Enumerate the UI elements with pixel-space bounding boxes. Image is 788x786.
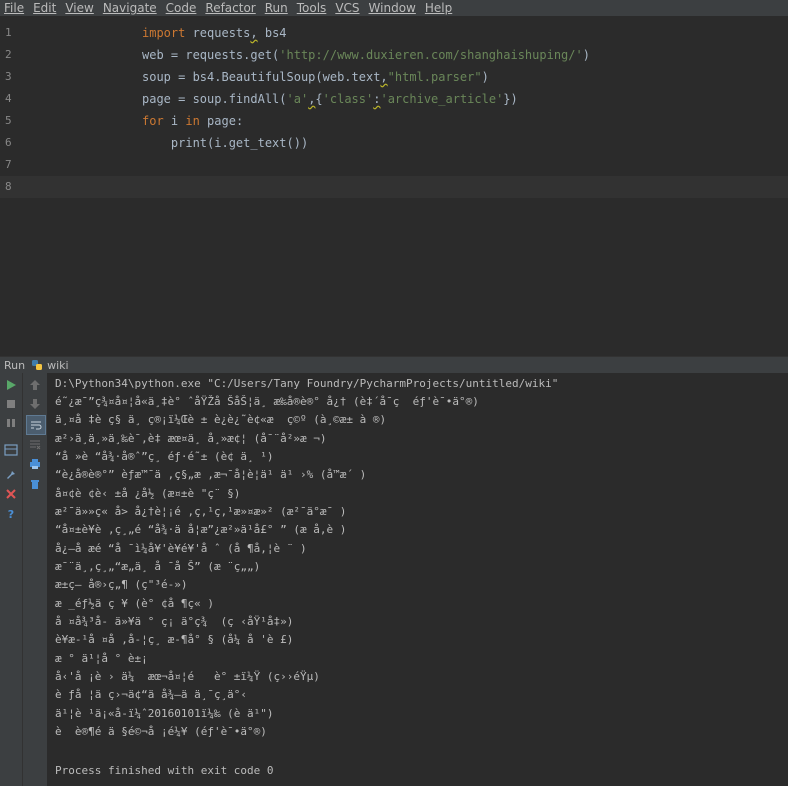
menu-help[interactable]: Help — [420, 0, 456, 16]
menu-view[interactable]: View — [60, 0, 97, 16]
console-line: æ²›ä¸ä¸»ä¸‰è¯‚è‡ æœ¤ä¸ å¸»æ¢¦ (å¯¨å²»æ ¬… — [55, 432, 327, 445]
menu-tools[interactable]: Tools — [292, 0, 331, 16]
console-line: å¿–å æé “å ¯ì¼å¥'è¥é¥'å ˆ (å ¶å‚¦è ¨ ) — [55, 542, 307, 555]
console-line: ä¸¤å ‡è ç§ ä¸ ç®¡ï¼Œè ± è¿è¿˜è¢«æ ç©º (à… — [55, 413, 387, 426]
rerun-button[interactable] — [2, 376, 20, 394]
pin-tab-button[interactable] — [2, 466, 20, 484]
scroll-down-button[interactable] — [26, 395, 44, 413]
menu-run[interactable]: Run — [260, 0, 292, 16]
console-line: æ _éƒ½ä ç ¥ (è° ¢å ¶ç« ) — [55, 597, 214, 610]
console-line: æ¯¨ä¸‚ç¸„“æ„ä¸ å ¯å Š” (æ ¨ç„„) — [55, 560, 261, 573]
code-line-2: web = requests.get('http://www.duxieren.… — [142, 48, 590, 62]
run-title[interactable]: Run — [4, 359, 25, 372]
editor-line: 3 soup = bs4.BeautifulSoup(web.text,"htm… — [0, 66, 788, 88]
editor-line: 2 web = requests.get('http://www.duxiere… — [0, 44, 788, 66]
code-editor[interactable]: 1 import requests, bs4 2 web = requests.… — [0, 22, 788, 356]
console-line: è è®¶é ä §é©¬å ¡é¼¥ (éƒ'è¯•ä°®) — [55, 725, 267, 738]
run-controls-toolbar: ? — [0, 373, 23, 786]
clear-all-button[interactable] — [26, 475, 44, 493]
close-button[interactable] — [2, 485, 20, 503]
line-number: 1 — [5, 26, 12, 39]
stop-icon — [7, 400, 15, 408]
svg-text:?: ? — [8, 508, 14, 520]
menu-vcs[interactable]: VCS — [330, 0, 363, 16]
menu-code[interactable]: Code — [161, 0, 201, 16]
menu-file[interactable]: File — [0, 0, 28, 16]
layout-icon — [4, 444, 18, 456]
arrow-up-icon — [30, 380, 40, 390]
pin-icon — [7, 470, 15, 479]
line-number: 8 — [5, 180, 12, 193]
close-icon — [6, 489, 16, 499]
console-exit-line: Process finished with exit code 0 — [55, 764, 274, 777]
console-line: å¤¢è ¢è‹ ±å ¿å½ (æ¤±è "ç¨ §) — [55, 487, 241, 500]
editor-line: 7 — [0, 154, 788, 176]
help-icon: ? — [8, 508, 14, 520]
console-line: æ±ç– å®›ç„¶ (ç"³é-») — [55, 578, 188, 591]
console-line: å ¤å¾³å- ä»¥ä ° ç¡ ä°ç¾ (ç ‹åŸ¹å‡») — [55, 615, 294, 628]
code-line-6: print(i.get_text()) — [142, 136, 309, 150]
line-number: 6 — [5, 136, 12, 149]
console-line: ä¹¦è ¹ä¡«å-­ï¼ˆ20160101ï¼‰ (è ä¹") — [55, 707, 274, 720]
code-line-5: for i in page: — [142, 114, 244, 128]
code-line-1: import requests, bs4 — [142, 26, 287, 40]
arrow-down-icon — [30, 399, 40, 409]
menu-window[interactable]: Window — [364, 0, 420, 16]
console-line: “å »è “å¾·å®ˆ”ç¸ éƒ·é˜± (è¢ ä¸ ¹) — [55, 450, 274, 463]
scroll-to-end-button[interactable] — [26, 435, 44, 453]
editor-line: 1 import requests, bs4 — [0, 22, 788, 44]
console-line: è ƒå ¦ä ç›¬ä¢“ä å¾–ä ä¸¯ç¸ä°‹ — [55, 688, 248, 701]
console-line: “è¿å®è®°” èƒæ™¯ä ‚ç§„æ ‚æ¬¯å¦è¦ä¹ ä¹ ›% … — [55, 468, 367, 481]
run-toolwindow-header: Run wiki — [0, 356, 788, 373]
console-line: æ²¯ä»»ç« å> å¿†è¦¡é ,ç,¹ç,¹æ»¤æ»² (æ²¯ä°… — [55, 505, 347, 518]
scroll-up-button[interactable] — [26, 376, 44, 394]
console-line: “å¤±è¥è ,ç¸„é “å¾·ä å¦æ”¿æ²»ä¹å£° ” (æ å… — [55, 523, 347, 536]
editor-line-current: 8 — [0, 176, 788, 198]
menu-bar: File Edit View Navigate Code Refactor Ru… — [0, 0, 788, 16]
editor-line: 5 for i in page: — [0, 110, 788, 132]
line-number: 4 — [5, 92, 12, 105]
menu-edit[interactable]: Edit — [28, 0, 60, 16]
console-line: æ ° ä¹¦å ° è±¡ — [55, 652, 148, 665]
code-line-3: soup = bs4.BeautifulSoup(web.text,"html.… — [142, 70, 489, 84]
console-line: å‹'å ¡è › ä¼ æœ¬å¤¦é è° ±ï¼Ÿ (ç››éŸµ) — [55, 670, 320, 683]
help-button[interactable]: ? — [2, 505, 20, 523]
trash-icon — [31, 480, 39, 489]
code-line-4: page = soup.findAll('a',{'class':'archiv… — [142, 92, 518, 106]
line-number: 5 — [5, 114, 12, 127]
stop-button[interactable] — [2, 395, 20, 413]
line-number: 7 — [5, 158, 12, 171]
scroll-end-icon — [30, 440, 41, 450]
console-toolbar — [23, 373, 47, 786]
console-line: è¥æ-¹å ¤å ‚å-¦ç¸ æ-¶å° § (å¼ å 'è £) — [55, 633, 294, 646]
editor-line: 6 print(i.get_text()) — [0, 132, 788, 154]
run-config-name[interactable]: wiki — [47, 359, 68, 372]
console-line: é˜¿æ¯”ç¾¤å¤¦å«ä¸‡è° ˆåŸŽå ŠåŠ¦ä¸ æ‰å®è®°… — [55, 395, 479, 408]
menu-navigate[interactable]: Navigate — [98, 0, 161, 16]
console-output[interactable]: D:\Python34\python.exe "C:/Users/Tany Fo… — [47, 373, 788, 786]
soft-wrap-button[interactable] — [26, 415, 46, 435]
python-icon — [32, 360, 43, 370]
pause-icon — [7, 419, 15, 427]
line-number: 3 — [5, 70, 12, 83]
pause-button[interactable] — [2, 414, 20, 432]
menu-refactor[interactable]: Refactor — [200, 0, 259, 16]
print-button[interactable] — [26, 455, 44, 473]
printer-icon — [30, 459, 40, 469]
dump-threads-button[interactable] — [2, 441, 20, 459]
editor-line: 4 page = soup.findAll('a',{'class':'arch… — [0, 88, 788, 110]
line-number: 2 — [5, 48, 12, 61]
console-line: D:\Python34\python.exe "C:/Users/Tany Fo… — [55, 377, 559, 390]
play-icon — [7, 380, 16, 390]
wrap-icon — [31, 421, 42, 430]
